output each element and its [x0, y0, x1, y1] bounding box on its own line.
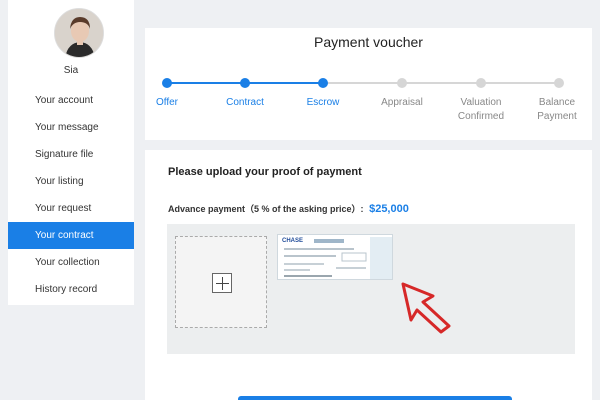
upload-area: CHASE: [167, 224, 575, 354]
step-label: Contract: [226, 97, 264, 108]
uploaded-cheque-thumbnail[interactable]: CHASE: [277, 234, 393, 280]
sidebar-item-signature-file[interactable]: Signature file: [8, 141, 134, 168]
upload-title: Please upload your proof of payment: [168, 166, 362, 178]
step-label: Appraisal: [381, 97, 423, 108]
step-connector: [481, 82, 559, 84]
step-connector: [167, 82, 245, 84]
step-dot: [318, 78, 328, 88]
cheque-bank-name: CHASE: [282, 238, 304, 244]
step-dot: [397, 78, 407, 88]
advance-payment: Advance payment（5 % of the asking price）…: [168, 202, 409, 215]
submit-button[interactable]: [238, 396, 512, 400]
payment-voucher-card: Payment voucher Offer Contract Escrow Appra…: [145, 28, 592, 140]
step-connector: [245, 82, 323, 84]
step-connector: [402, 82, 481, 84]
sidebar-item-collection[interactable]: Your collection: [8, 249, 134, 276]
sidebar-item-message[interactable]: Your message: [8, 114, 134, 141]
step-dot: [476, 78, 486, 88]
sidebar-item-contract[interactable]: Your contract: [8, 222, 134, 249]
sidebar-item-history-record[interactable]: History record: [8, 276, 134, 303]
step-label: Valuation Confirmed: [457, 97, 505, 122]
user-name: Sia: [63, 65, 79, 76]
avatar[interactable]: [54, 8, 104, 58]
pointer-cursor-icon: [401, 282, 451, 334]
step-dot: [162, 78, 172, 88]
sidebar-item-listing[interactable]: Your listing: [8, 168, 134, 195]
add-file-button[interactable]: [175, 236, 267, 328]
sidebar-item-request[interactable]: Your request: [8, 195, 134, 222]
step-label: Offer: [155, 97, 179, 108]
sidebar-item-account[interactable]: Your account: [8, 87, 134, 114]
plus-icon: [212, 273, 232, 293]
sidebar-menu: Your account Your message Signature file…: [8, 87, 134, 303]
step-connector: [323, 82, 402, 84]
sidebar: Sia Your account Your message Signature …: [8, 0, 134, 305]
step-label: Escrow: [306, 97, 340, 108]
advance-payment-amount: $25,000: [369, 203, 409, 215]
step-dot: [554, 78, 564, 88]
advance-payment-label: Advance payment（5 % of the asking price）…: [168, 204, 364, 214]
progress-stepper: Offer Contract Escrow Appraisal Valuation Co…: [145, 28, 592, 140]
step-label: Balance Payment: [537, 97, 577, 122]
step-dot: [240, 78, 250, 88]
upload-card: Please upload your proof of payment Adva…: [145, 150, 592, 400]
